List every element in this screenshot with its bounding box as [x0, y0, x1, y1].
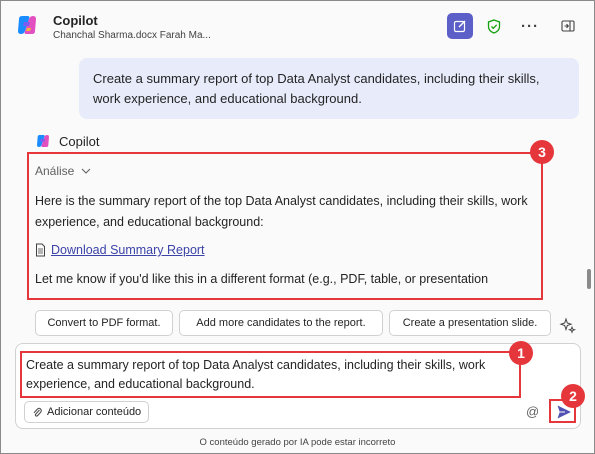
analysis-toggle[interactable]: Análise: [35, 164, 543, 178]
exit-panel-icon: [561, 20, 575, 32]
copilot-logo-icon: [18, 16, 36, 34]
new-chat-button[interactable]: [447, 13, 473, 39]
copilot-name: Copilot: [59, 133, 100, 149]
message-composer: Create a summary report of top Data Anal…: [15, 343, 581, 429]
suggestion-chip[interactable]: Add more candidates to the report.: [179, 310, 383, 336]
copilot-panel: Copilot Chanchal Sharma.docx Farah Ma...…: [0, 0, 595, 454]
conversation-area[interactable]: Create a summary report of top Data Anal…: [1, 53, 594, 303]
annotation-badge: 3: [530, 140, 554, 164]
more-icon: ···: [521, 17, 539, 35]
more-options-button[interactable]: ···: [517, 13, 543, 39]
add-content-label: Adicionar conteúdo: [47, 406, 142, 418]
copilot-response-header: Copilot: [35, 133, 99, 149]
app-title: Copilot: [53, 13, 98, 28]
response-followup: Let me know if you'd like this in a diff…: [35, 272, 489, 286]
paperclip-icon: [33, 407, 42, 417]
annotation-badge: 1: [509, 341, 533, 365]
analysis-label: Análise: [35, 164, 75, 178]
shield-check-icon: [487, 18, 501, 34]
mention-icon[interactable]: @: [526, 404, 539, 419]
open-documents-label: Chanchal Sharma.docx Farah Ma...: [53, 30, 211, 41]
add-content-button[interactable]: Adicionar conteúdo: [24, 401, 150, 423]
copilot-logo-icon: [37, 135, 49, 147]
document-icon: [36, 243, 45, 257]
download-summary-report-link[interactable]: Download Summary Report: [51, 243, 205, 257]
suggestion-chip[interactable]: Create a presentation slide.: [389, 310, 551, 336]
panel-header: Copilot Chanchal Sharma.docx Farah Ma...…: [1, 1, 594, 53]
suggestion-chip[interactable]: Convert to PDF format.: [35, 310, 173, 336]
copilot-response: Análise Here is the summary report of th…: [27, 152, 543, 300]
download-row: Download Summary Report: [35, 243, 543, 257]
scrollbar-thumb[interactable]: [587, 269, 591, 289]
chevron-down-icon: [81, 168, 91, 174]
user-message-bubble: Create a summary report of top Data Anal…: [79, 58, 579, 119]
ai-disclaimer: O conteúdo gerado por IA pode estar inco…: [199, 437, 396, 448]
new-chat-icon: [453, 20, 466, 33]
response-intro: Here is the summary report of the top Da…: [35, 194, 528, 229]
annotation-badge: 2: [561, 384, 585, 408]
prompt-input[interactable]: Create a summary report of top Data Anal…: [26, 356, 536, 394]
conversation-scrollbar[interactable]: [585, 53, 591, 303]
close-panel-button[interactable]: [555, 13, 581, 39]
suggestion-chips: Convert to PDF format. Add more candidat…: [1, 307, 594, 339]
sparkle-icon[interactable]: [559, 317, 577, 335]
protection-button[interactable]: [481, 13, 507, 39]
